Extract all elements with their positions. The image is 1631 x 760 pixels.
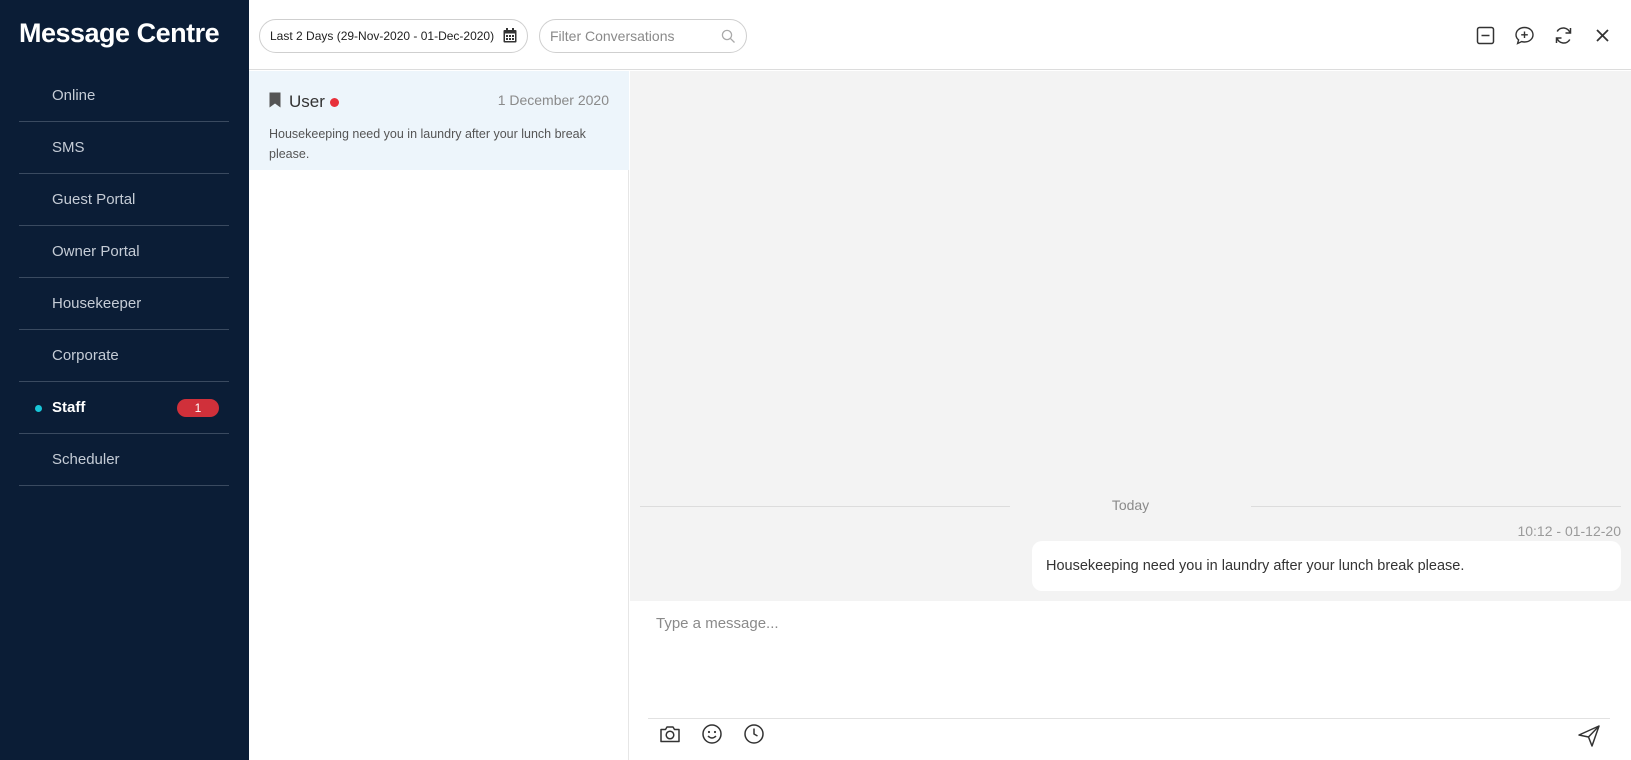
sidebar-item-corporate[interactable]: Corporate	[19, 330, 229, 382]
app-title: Message Centre	[19, 18, 220, 48]
date-range-picker[interactable]: Last 2 Days (29-Nov-2020 - 01-Dec-2020)	[259, 19, 528, 53]
sidebar-nav: Online SMS Guest Portal Owner Portal Hou…	[19, 70, 229, 486]
new-chat-icon[interactable]	[1514, 25, 1535, 46]
sidebar-item-scheduler[interactable]: Scheduler	[19, 434, 229, 486]
close-icon[interactable]	[1592, 25, 1613, 46]
conversation-item[interactable]: User 1 December 2020 Housekeeping need y…	[249, 71, 629, 170]
message-timestamp: 10:12 - 01-12-20	[1517, 523, 1621, 539]
conversation-list: User 1 December 2020 Housekeeping need y…	[249, 71, 629, 760]
emoji-icon[interactable]	[700, 722, 724, 746]
sidebar-item-label: Owner Portal	[52, 243, 140, 260]
sidebar-item-label: Staff	[52, 399, 86, 416]
refresh-icon[interactable]	[1553, 25, 1574, 46]
unread-count-badge: 1	[177, 398, 219, 417]
filter-conversations-input[interactable]	[550, 28, 720, 44]
sidebar-item-guest-portal[interactable]: Guest Portal	[19, 174, 229, 226]
top-toolbar: Last 2 Days (29-Nov-2020 - 01-Dec-2020)	[249, 0, 1631, 70]
calendar-icon	[503, 28, 517, 43]
message-text: Housekeeping need you in laundry after y…	[1046, 558, 1465, 574]
sidebar-item-housekeeper[interactable]: Housekeeper	[19, 278, 229, 330]
conversation-preview: Housekeeping need you in laundry after y…	[269, 127, 586, 161]
send-icon[interactable]	[1577, 724, 1601, 748]
clock-icon[interactable]	[742, 722, 766, 746]
chat-thread: Today 10:12 - 01-12-20 Housekeeping need…	[630, 71, 1631, 601]
divider	[1251, 506, 1621, 507]
sidebar-item-label: Guest Portal	[52, 191, 136, 208]
bookmark-icon[interactable]	[269, 92, 281, 108]
active-indicator	[35, 404, 42, 412]
sidebar-item-label: SMS	[52, 139, 85, 156]
sidebar-item-staff[interactable]: Staff 1	[19, 382, 229, 434]
search-icon[interactable]	[721, 29, 736, 44]
minimize-icon[interactable]	[1475, 25, 1496, 46]
sidebar-item-online[interactable]: Online	[19, 70, 229, 122]
window-controls	[1475, 25, 1613, 46]
message-bubble: Housekeeping need you in laundry after y…	[1032, 541, 1621, 591]
sidebar-item-label: Online	[52, 87, 96, 104]
conversation-date: 1 December 2020	[497, 92, 609, 108]
message-input[interactable]	[656, 615, 1596, 705]
sidebar-item-owner-portal[interactable]: Owner Portal	[19, 226, 229, 278]
conversation-name: User	[289, 92, 325, 111]
date-range-label: Last 2 Days (29-Nov-2020 - 01-Dec-2020)	[270, 29, 495, 43]
sidebar-item-label: Housekeeper	[52, 295, 142, 312]
sidebar-item-label: Scheduler	[52, 451, 120, 468]
message-composer	[630, 601, 1631, 760]
day-label: Today	[1111, 497, 1150, 513]
day-separator: Today	[640, 497, 1621, 517]
sidebar-item-label: Corporate	[52, 347, 119, 364]
divider	[648, 718, 1610, 719]
sidebar: Message Centre Online SMS Guest Portal O…	[0, 0, 249, 760]
unread-dot	[330, 98, 339, 107]
camera-icon[interactable]	[658, 722, 682, 746]
composer-tools	[658, 722, 766, 746]
sidebar-item-sms[interactable]: SMS	[19, 122, 229, 174]
filter-conversations-box	[539, 19, 747, 53]
